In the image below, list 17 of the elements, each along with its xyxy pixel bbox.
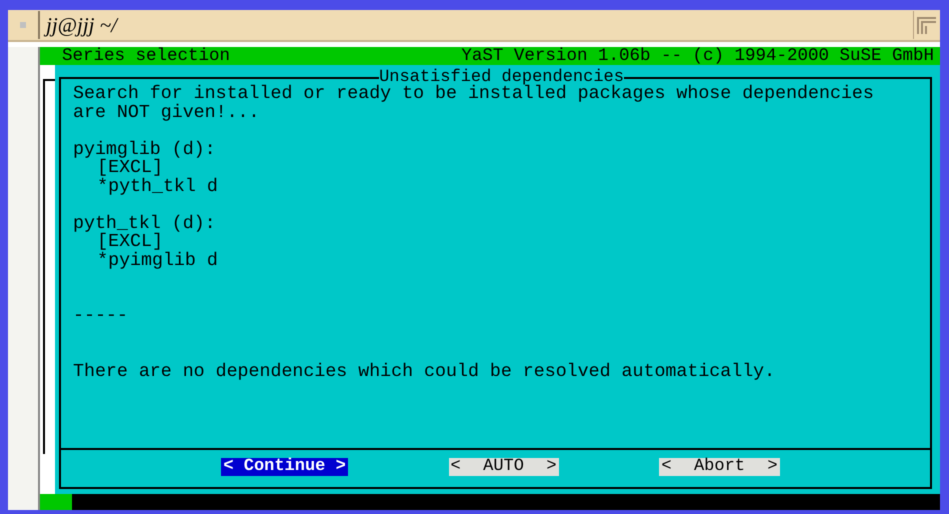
dependency-entry: [EXCL] (97, 159, 163, 178)
dependency-entry: [EXCL] (96, 233, 163, 252)
version-text: YaST Version 1.06b -- (c) 1994-2000 SuSE GmbH (461, 47, 934, 65)
cursor-block (40, 494, 72, 510)
package-name: pyimglib (d): (73, 140, 217, 159)
separator-text: ----- (73, 307, 129, 326)
screen-title: Series selection (62, 47, 230, 65)
dialog-button[interactable]: < Abort > (659, 458, 780, 476)
message-text: There are no dependencies which could be resolved automatically. (73, 362, 776, 381)
dependency-entry: *pyth_tkl d (96, 178, 219, 196)
dependency-entry: *pyimglib d (96, 252, 219, 270)
window-title: jj@jjj ~/ (40, 12, 913, 38)
dialog-title: Unsatisfied dependencies (379, 71, 624, 85)
dialog-button[interactable]: < AUTO > (448, 458, 559, 476)
package-name: pyth_tkl (d): (73, 214, 217, 233)
description-text: Search for installed or ready to be installed packages whose dependencies are NOT given!... (73, 85, 875, 122)
dialog-button[interactable]: < Continue > (221, 458, 348, 476)
